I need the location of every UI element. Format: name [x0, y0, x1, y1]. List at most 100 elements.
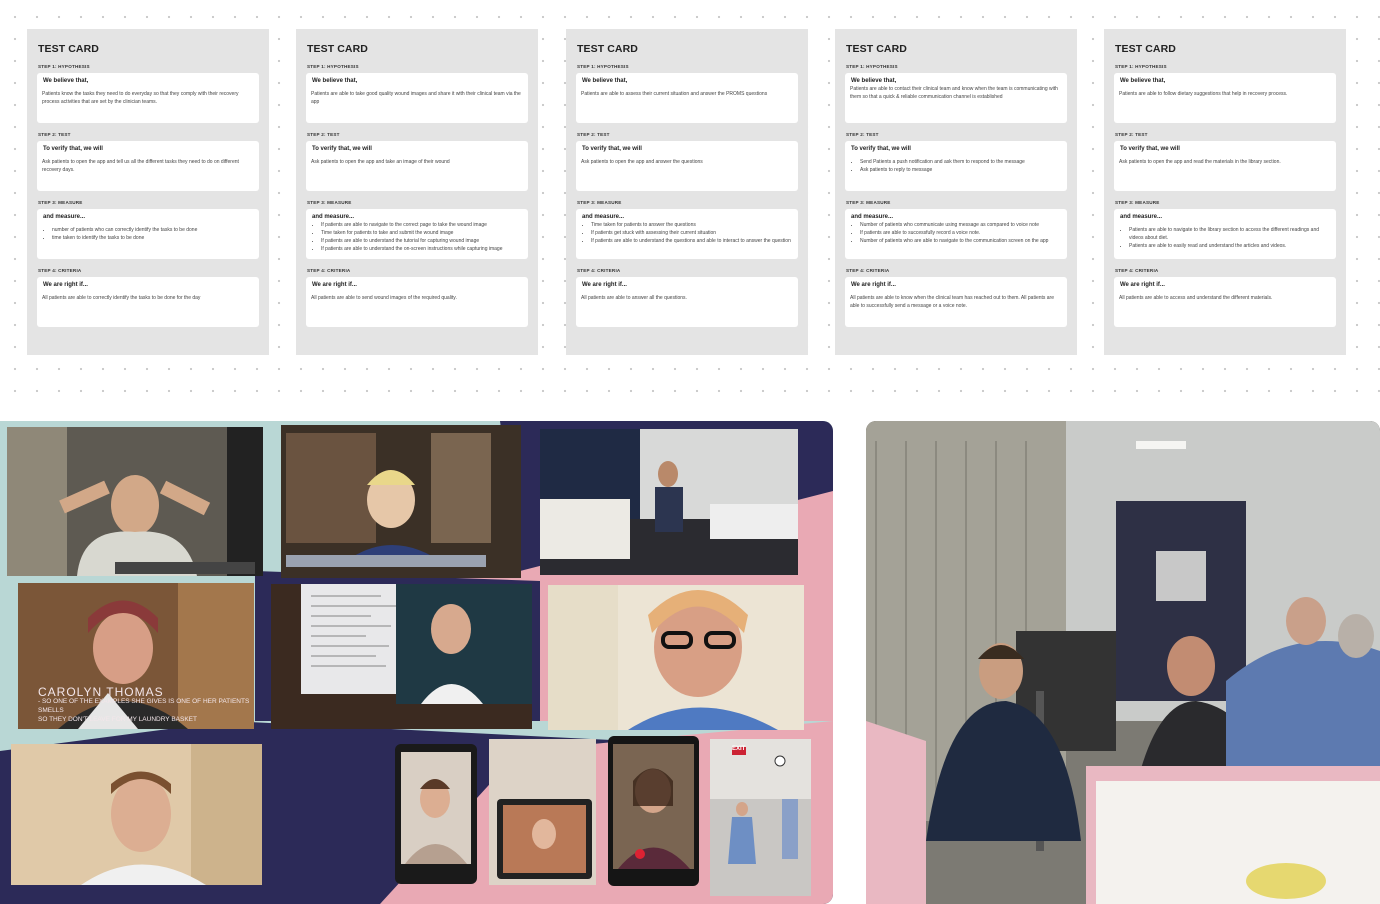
- box-text: Ask patients to open the app and answer …: [581, 159, 703, 165]
- list-item: Time taken for patients to take and subm…: [321, 229, 523, 237]
- hypothesis-box: We believe that, Patients are able to as…: [576, 73, 798, 123]
- step-label: STEP 1: HYPOTHESIS: [1115, 64, 1167, 69]
- box-text: Ask patients to open the app and take an…: [311, 159, 450, 165]
- step-label: STEP 1: HYPOTHESIS: [577, 64, 629, 69]
- box-text: Ask patients to open the app and read th…: [1119, 159, 1281, 165]
- test-box: To verify that, we will Ask patients to …: [576, 141, 798, 191]
- list-item: If patients are able to understand the o…: [321, 245, 523, 253]
- box-heading: We believe that,: [312, 78, 358, 84]
- box-heading: To verify that, we will: [582, 146, 642, 152]
- step-label: STEP 3: MEASURE: [846, 200, 891, 205]
- hypothesis-box: We believe that, Patients know the tasks…: [37, 73, 259, 123]
- list-item: If patients are able to understand the t…: [321, 237, 523, 245]
- measure-list: Patients are able to navigate to the lib…: [1119, 226, 1331, 250]
- box-text: All patients are able to correctly ident…: [42, 295, 201, 301]
- step-label: STEP 2: TEST: [38, 132, 71, 137]
- criteria-box: We are right if... All patients are able…: [1114, 277, 1336, 327]
- box-heading: and measure...: [43, 214, 86, 220]
- step-label: STEP 3: MEASURE: [38, 200, 83, 205]
- caption-name: CAROLYN THOMAS: [38, 685, 164, 699]
- test-box: To verify that, we will Ask patients to …: [37, 141, 259, 191]
- test-card-2: TEST CARD STEP 1: HYPOTHESIS We believe …: [296, 29, 538, 355]
- box-heading: We are right if...: [582, 282, 627, 288]
- box-heading: We believe that,: [582, 78, 628, 84]
- box-heading: and measure...: [1120, 214, 1163, 220]
- box-text: All patients are able to send wound imag…: [311, 295, 457, 301]
- box-text: All patients are able to know when the c…: [850, 295, 1055, 309]
- hypothesis-box: We believe that, Patients are able to ta…: [306, 73, 528, 123]
- test-card-3: TEST CARD STEP 1: HYPOTHESIS We believe …: [566, 29, 808, 355]
- list-item: Ask patients to reply to message: [860, 166, 1062, 174]
- box-heading: To verify that, we will: [43, 146, 103, 152]
- box-heading: To verify that, we will: [851, 146, 911, 152]
- video-call-carolyn-thomas: CAROLYN THOMAS - SO ONE OF THE EXAMPLES …: [18, 583, 254, 729]
- test-card-5: TEST CARD STEP 1: HYPOTHESIS We believe …: [1104, 29, 1346, 355]
- step-label: STEP 1: HYPOTHESIS: [846, 64, 898, 69]
- box-text: Ask patients to open the app and tell us…: [42, 159, 239, 173]
- photo-clinician-in-ppe: EXIT: [710, 739, 811, 896]
- hypothesis-box: We believe that, Patients are able to fo…: [1114, 73, 1336, 123]
- list-item: If patients are able to understand the q…: [591, 237, 793, 245]
- box-heading: We are right if...: [1120, 282, 1165, 288]
- box-text: Patients know the tasks they need to do …: [42, 91, 239, 105]
- step-label: STEP 1: HYPOTHESIS: [38, 64, 90, 69]
- test-card-4: TEST CARD STEP 1: HYPOTHESIS We believe …: [835, 29, 1077, 355]
- measure-box: and measure... number of patients who ca…: [37, 209, 259, 259]
- box-heading: We believe that,: [1120, 78, 1166, 84]
- criteria-box: We are right if... All patients are able…: [37, 277, 259, 327]
- list-item: Send Patients a push notification and as…: [860, 158, 1062, 166]
- box-heading: To verify that, we will: [1120, 146, 1180, 152]
- list-item: Patients are able to navigate to the lib…: [1129, 226, 1331, 242]
- box-text: Patients are able to assess their curren…: [581, 91, 768, 97]
- video-caption: CAROLYN THOMAS - SO ONE OF THE EXAMPLES …: [38, 685, 254, 724]
- step-label: STEP 4: CRITERIA: [38, 268, 82, 273]
- box-text: All patients are able to access and unde…: [1119, 295, 1273, 301]
- measure-box: and measure... If patients are able to n…: [306, 209, 528, 259]
- box-text: All patients are able to answer all the …: [581, 295, 687, 301]
- in-person-testing-photo: [866, 421, 1380, 904]
- video-call-screen-share-notes: [271, 584, 532, 729]
- test-list: Send Patients a push notification and as…: [850, 158, 1062, 174]
- list-item: If patients are able to successfully rec…: [860, 229, 1062, 237]
- step-label: STEP 2: TEST: [1115, 132, 1148, 137]
- measure-list: number of patients who can correctly ide…: [42, 226, 254, 242]
- step-label: STEP 2: TEST: [307, 132, 340, 137]
- measure-list: Time taken for patients to answer the qu…: [581, 221, 793, 245]
- criteria-box: We are right if... All patients are able…: [845, 277, 1067, 327]
- video-call-young-man-glasses: [11, 744, 262, 885]
- list-item: Number of patients who communicate using…: [860, 221, 1062, 229]
- list-item: Number of patients who are able to navig…: [860, 237, 1062, 245]
- box-heading: We are right if...: [43, 282, 88, 288]
- box-text: Patients are able to take good quality w…: [311, 91, 521, 105]
- box-heading: and measure...: [582, 214, 625, 220]
- box-text: Patients are able to contact their clini…: [850, 86, 1058, 100]
- step-label: STEP 2: TEST: [846, 132, 879, 137]
- remote-testing-collage: CAROLYN THOMAS - SO ONE OF THE EXAMPLES …: [0, 421, 833, 904]
- list-item: time taken to identify the tasks to be d…: [52, 234, 254, 242]
- test-box: To verify that, we will Send Patients a …: [845, 141, 1067, 191]
- list-item: Time taken for patients to answer the qu…: [591, 221, 793, 229]
- step-label: STEP 4: CRITERIA: [846, 268, 890, 273]
- step-label: STEP 1: HYPOTHESIS: [307, 64, 359, 69]
- card-title: TEST CARD: [307, 43, 368, 55]
- hypothesis-box: We believe that, Patients are able to co…: [845, 73, 1067, 123]
- caption-line: SO THEY DON'T LEAVE FOR MY LAUNDRY BASKE…: [38, 716, 197, 723]
- video-call-man-hands-on-head: [7, 427, 263, 576]
- step-label: STEP 3: MEASURE: [307, 200, 352, 205]
- box-heading: We believe that,: [43, 78, 89, 84]
- step-label: STEP 4: CRITERIA: [577, 268, 621, 273]
- box-heading: We believe that,: [851, 78, 897, 84]
- list-item: If patients get stuck with assessing the…: [591, 229, 793, 237]
- box-heading: and measure...: [312, 214, 355, 220]
- test-card-1: TEST CARD STEP 1: HYPOTHESIS We believe …: [27, 29, 269, 355]
- photo-woman-seated-in-room: [540, 429, 798, 575]
- measure-box: and measure... Time taken for patients t…: [576, 209, 798, 259]
- step-label: STEP 4: CRITERIA: [307, 268, 351, 273]
- card-title: TEST CARD: [577, 43, 638, 55]
- video-call-older-woman-glasses: [548, 585, 804, 730]
- tablet-video-woman: [489, 739, 596, 885]
- exit-sign: EXIT: [732, 746, 746, 752]
- card-title: TEST CARD: [1115, 43, 1176, 55]
- step-label: STEP 3: MEASURE: [577, 200, 622, 205]
- step-label: STEP 4: CRITERIA: [1115, 268, 1159, 273]
